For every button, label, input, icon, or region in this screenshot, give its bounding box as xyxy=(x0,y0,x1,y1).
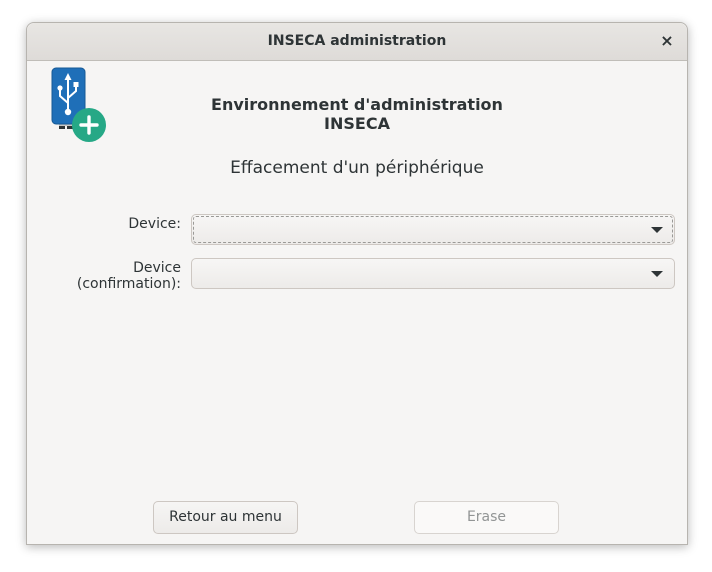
close-icon: × xyxy=(660,31,674,50)
title-bar[interactable]: INSECA administration × xyxy=(27,23,687,61)
window-title: INSECA administration xyxy=(267,33,447,49)
device-confirmation-label: Device (confirmation): xyxy=(76,260,181,292)
device-label: Device: xyxy=(128,216,181,232)
page-heading: Environnement d'administration INSECA xyxy=(211,95,503,133)
close-button[interactable]: × xyxy=(657,31,677,51)
dropdown-arrow-icon xyxy=(651,227,663,233)
dropdown-arrow-icon xyxy=(651,271,663,277)
back-to-menu-button[interactable]: Retour au menu xyxy=(153,501,298,534)
page-subheading: Effacement d'un périphérique xyxy=(230,158,484,178)
app-window: INSECA administration × Environnement d'… xyxy=(26,22,688,545)
device-combobox[interactable] xyxy=(191,214,675,245)
device-confirmation-combobox[interactable] xyxy=(191,258,675,289)
erase-button[interactable]: Erase xyxy=(414,501,559,534)
usb-drive-add-icon xyxy=(51,67,106,142)
